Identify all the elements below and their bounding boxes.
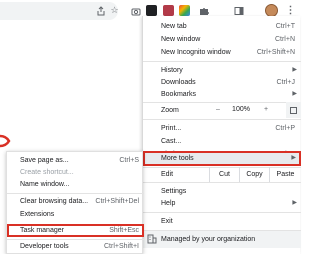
submenu-item-save-page[interactable]: Save page as... Ctrl+S [7,155,144,167]
building-icon [147,234,157,244]
menu-item-cast[interactable]: Cast... [143,135,301,148]
submenu-divider [7,193,144,194]
cut-button[interactable]: Cut [209,167,239,182]
menu-item-shortcut: Ctrl+N [274,36,295,43]
bookmark-star-icon[interactable]: ☆ [108,4,121,17]
submenu-item-label: Task manager [20,227,64,234]
menu-item-label: Cast... [161,138,182,145]
colorful-extension-icon[interactable] [179,5,190,16]
dark-extension-icon[interactable] [146,5,157,16]
submenu-item-shortcut: Ctrl+Shift+I [103,243,139,250]
submenu-item-label: Developer tools [20,243,69,250]
menu-item-label: New Incognito window [161,49,231,56]
menu-item-exit[interactable]: Exit [143,215,301,228]
submenu-item-task-manager[interactable]: Task manager Shift+Esc [7,224,144,237]
menu-item-print[interactable]: Print... Ctrl+P [143,122,301,135]
zoom-in-button[interactable]: + [259,103,273,116]
submenu-item-label: Clear browsing data... [20,198,89,205]
submenu-item-label: Create shortcut... [20,169,74,176]
submenu-item-create-shortcut: Create shortcut... [7,167,144,179]
menu-item-label: Bookmarks [161,91,197,98]
camera-icon[interactable] [129,4,142,17]
managed-label: Managed by your organization [161,236,256,243]
submenu-divider [7,239,144,240]
menu-item-new-incognito[interactable]: New Incognito window Ctrl+Shift+N [143,46,301,59]
menu-divider [143,119,301,120]
submenu-item-label: Extensions [20,211,55,218]
menu-item-label: Print... [161,125,182,132]
menu-item-shortcut: Ctrl+P [275,125,295,132]
chevron-right-icon: ▶ [292,91,297,97]
menu-item-shortcut: Ctrl+Shift+N [256,49,295,56]
menu-item-new-window[interactable]: New window Ctrl+N [143,33,301,46]
submenu-item-developer-tools[interactable]: Developer tools Ctrl+Shift+I [7,241,144,253]
red-extension-icon[interactable] [163,5,174,16]
submenu-item-label: Name window... [20,181,70,188]
menu-item-shortcut: Ctrl+T [275,23,295,30]
submenu-item-shortcut: Ctrl+Shift+Del [95,198,139,205]
fullscreen-button[interactable] [286,102,301,118]
edit-label: Edit [161,171,174,178]
zoom-value: 100% [232,106,250,113]
share-icon[interactable] [94,4,107,17]
menu-item-more-tools[interactable]: More tools ▶ [143,151,301,166]
copy-button[interactable]: Copy [239,167,269,182]
menu-item-bookmarks[interactable]: Bookmarks ▶ [143,88,301,101]
menu-item-label: New window [161,36,201,43]
zoom-row: Zoom – 100% + [143,102,301,118]
submenu-item-label: Save page as... [20,157,69,164]
chrome-main-menu: New tab Ctrl+T New window Ctrl+N New Inc… [142,16,301,254]
menu-item-label: Help [161,200,176,207]
chevron-right-icon: ▶ [291,155,296,161]
submenu-item-shortcut: Ctrl+S [119,157,139,164]
managed-by-org[interactable]: Managed by your organization [143,231,301,248]
submenu-item-extensions[interactable]: Extensions [7,209,144,221]
chevron-right-icon: ▶ [292,200,297,206]
paste-button[interactable]: Paste [269,167,301,182]
menu-item-new-tab[interactable]: New tab Ctrl+T [143,20,301,33]
menu-item-label: More tools [161,155,194,162]
edit-row: Edit Cut Copy Paste [143,167,301,182]
fullscreen-icon [290,106,297,114]
submenu-item-shortcut: Shift+Esc [109,227,139,234]
menu-divider [143,212,301,213]
more-tools-submenu: Save page as... Ctrl+S Create shortcut..… [6,151,144,254]
menu-item-label: New tab [161,23,187,30]
menu-divider [143,182,301,183]
menu-divider [143,61,301,62]
submenu-item-name-window[interactable]: Name window... [7,179,144,191]
zoom-out-button[interactable]: – [211,103,225,116]
menu-item-help[interactable]: Help ▶ [143,197,301,210]
zoom-label: Zoom [161,107,179,114]
red-arrow-icon [0,134,11,148]
menu-item-label: Exit [161,218,173,225]
submenu-item-clear-browsing[interactable]: Clear browsing data... Ctrl+Shift+Del [7,196,144,208]
